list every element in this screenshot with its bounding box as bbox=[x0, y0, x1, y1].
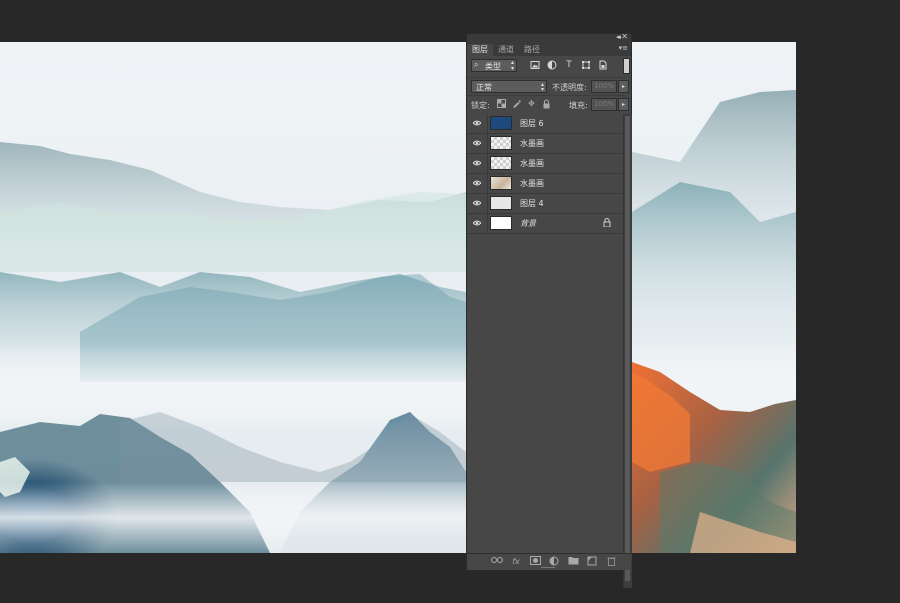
fill-label: 填充: bbox=[569, 101, 588, 110]
layer-row[interactable]: 水墨画 bbox=[467, 134, 623, 154]
layer-thumbnail bbox=[490, 196, 512, 210]
fill-dropdown-button[interactable]: ▸ bbox=[618, 98, 629, 111]
opacity-dropdown-button[interactable]: ▸ bbox=[618, 80, 629, 93]
visibility-toggle[interactable] bbox=[467, 154, 488, 173]
lock-position-icon[interactable]: ✥ bbox=[527, 99, 536, 109]
blend-mode-select[interactable]: 正常 ▴ ▾ bbox=[471, 80, 547, 93]
panel-menu-icon[interactable]: ▾≡ bbox=[619, 44, 628, 52]
layer-row[interactable]: 水墨画 bbox=[467, 154, 623, 174]
tab-layers[interactable]: 图层 bbox=[467, 44, 493, 56]
layer-row[interactable]: 图层 6 bbox=[467, 114, 623, 134]
layer-row[interactable]: 图层 4 bbox=[467, 194, 623, 214]
layer-lock-icon bbox=[603, 218, 611, 229]
layer-name: 图层 4 bbox=[520, 199, 544, 208]
opacity-input[interactable]: 100% bbox=[591, 80, 617, 93]
delete-layer-icon[interactable] bbox=[605, 556, 617, 567]
blend-mode-value: 正常 bbox=[476, 83, 492, 92]
layer-thumbnail bbox=[490, 176, 512, 190]
lock-image-pixels-icon[interactable] bbox=[512, 99, 521, 109]
visibility-toggle[interactable] bbox=[467, 214, 488, 233]
eye-icon bbox=[473, 180, 481, 186]
add-mask-icon[interactable] bbox=[529, 556, 541, 567]
collapse-panel-icon[interactable]: ◂◂ bbox=[616, 33, 621, 41]
landscape-artwork bbox=[0, 42, 796, 553]
shape-filter-icon[interactable] bbox=[581, 60, 591, 70]
search-icon: ⌕ bbox=[474, 60, 479, 69]
visibility-toggle[interactable] bbox=[467, 174, 488, 193]
layer-name: 背景 bbox=[520, 219, 536, 228]
layer-thumbnail bbox=[490, 156, 512, 170]
image-filter-icon[interactable] bbox=[530, 60, 540, 70]
layer-name: 图层 6 bbox=[520, 119, 544, 128]
lock-label: 锁定: bbox=[471, 101, 490, 110]
layer-filter-row: ⌕ 类型 ▴ ▾ T bbox=[467, 56, 625, 76]
type-filter-icon[interactable]: T bbox=[564, 60, 574, 70]
eye-icon bbox=[473, 200, 481, 206]
panel-tabs: 图层 通道 路径 ▾≡ bbox=[467, 43, 631, 56]
layers-panel: ◂◂ ✕ 图层 通道 路径 ▾≡ ⌕ 类型 ▴ ▾ T 正常 ▴ ▾ 不透明度:… bbox=[466, 32, 632, 588]
lock-transparent-pixels-icon[interactable] bbox=[497, 99, 506, 109]
layer-name: 水墨画 bbox=[520, 139, 544, 148]
eye-icon bbox=[473, 160, 481, 166]
layer-thumbnail bbox=[490, 116, 512, 130]
eye-icon bbox=[473, 120, 481, 126]
lock-all-icon[interactable] bbox=[542, 99, 551, 109]
layer-thumbnail bbox=[490, 136, 512, 150]
layers-bottom-bar: fx bbox=[467, 553, 631, 570]
tab-paths[interactable]: 路径 bbox=[519, 44, 545, 56]
fill-input[interactable]: 100% bbox=[591, 98, 617, 111]
tab-channels[interactable]: 通道 bbox=[493, 44, 519, 56]
eye-icon bbox=[473, 220, 481, 226]
layer-name: 水墨画 bbox=[520, 159, 544, 168]
visibility-toggle[interactable] bbox=[467, 114, 488, 133]
layers-list: 图层 6 水墨画 水墨画 水墨画 图层 4 背景 bbox=[467, 114, 623, 234]
opacity-label: 不透明度: bbox=[552, 83, 587, 92]
fx-icon[interactable]: fx bbox=[510, 556, 522, 567]
updown-arrows-icon: ▴ ▾ bbox=[540, 81, 544, 93]
filter-kind-label: 类型 bbox=[485, 62, 501, 71]
layer-thumbnail bbox=[490, 216, 512, 230]
filter-kind-select[interactable]: ⌕ 类型 ▴ ▾ bbox=[471, 59, 517, 72]
resize-grip[interactable] bbox=[541, 567, 555, 570]
document-canvas[interactable] bbox=[0, 42, 796, 553]
smart-object-filter-icon[interactable] bbox=[598, 60, 608, 70]
layers-scrollbar[interactable] bbox=[623, 114, 632, 588]
scrollbar-handle[interactable] bbox=[625, 116, 630, 581]
layer-row[interactable]: 背景 bbox=[467, 214, 623, 234]
new-adjustment-layer-icon[interactable] bbox=[548, 556, 560, 567]
close-panel-icon[interactable]: ✕ bbox=[621, 32, 628, 41]
link-layers-icon[interactable] bbox=[491, 556, 503, 567]
adjustment-filter-icon[interactable] bbox=[547, 60, 557, 70]
filter-toggle-switch[interactable] bbox=[623, 58, 630, 74]
visibility-toggle[interactable] bbox=[467, 134, 488, 153]
updown-arrows-icon: ▴ ▾ bbox=[510, 59, 514, 72]
new-layer-icon[interactable] bbox=[586, 556, 598, 567]
blend-row: 正常 ▴ ▾ 不透明度: 100% ▸ bbox=[467, 77, 629, 95]
panel-title-bar[interactable]: ◂◂ ✕ bbox=[467, 32, 631, 43]
lock-row: 锁定: ✥ 填充: 100% ▸ bbox=[467, 95, 629, 115]
visibility-toggle[interactable] bbox=[467, 194, 488, 213]
eye-icon bbox=[473, 140, 481, 146]
new-group-icon[interactable] bbox=[567, 556, 579, 567]
layer-name: 水墨画 bbox=[520, 179, 544, 188]
layer-row[interactable]: 水墨画 bbox=[467, 174, 623, 194]
